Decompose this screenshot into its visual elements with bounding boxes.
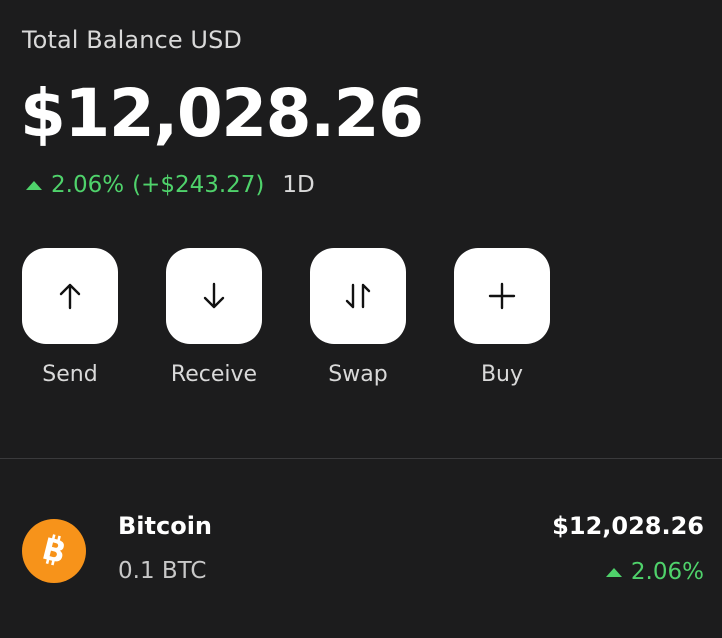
send-label: Send [42, 362, 98, 387]
triangle-up-icon [605, 568, 622, 577]
arrow-up-icon [59, 283, 81, 310]
receive-action[interactable]: Receive [166, 248, 262, 387]
bitcoin-icon: B [22, 519, 86, 583]
swap-arrows-icon [345, 283, 371, 309]
send-action[interactable]: Send [22, 248, 118, 387]
total-balance-label: Total Balance USD [22, 26, 243, 54]
swap-label: Swap [328, 362, 388, 387]
divider [0, 458, 722, 459]
asset-change-percent: 2.06% [630, 559, 704, 585]
buy-action[interactable]: Buy [454, 248, 550, 387]
receive-label: Receive [170, 362, 258, 387]
balance-change-percent: 2.06% [51, 172, 125, 198]
buy-label: Buy [480, 362, 524, 387]
buy-button[interactable] [454, 248, 550, 344]
swap-action[interactable]: Swap [310, 248, 406, 387]
triangle-up-icon [26, 181, 42, 190]
action-buttons: Send Receive Swap Buy [22, 248, 550, 387]
asset-row-bitcoin[interactable]: B Bitcoin 0.1 BTC $12,028.26 2.06% [22, 500, 704, 610]
total-balance-amount: $12,028.26 [20, 75, 424, 152]
swap-button[interactable] [310, 248, 406, 344]
asset-amount: 0.1 BTC [118, 558, 207, 584]
asset-name: Bitcoin [118, 512, 213, 540]
plus-icon [488, 282, 516, 310]
period-selector[interactable]: 1D [282, 172, 314, 198]
balance-change-amount: (+$243.27) [132, 172, 265, 198]
arrow-down-icon [203, 282, 225, 309]
asset-value: $12,028.26 [552, 512, 704, 540]
receive-button[interactable] [166, 248, 262, 344]
balance-change: 2.06% (+$243.27) 1D [26, 172, 315, 198]
send-button[interactable] [22, 248, 118, 344]
asset-change: 2.06% [605, 559, 704, 585]
